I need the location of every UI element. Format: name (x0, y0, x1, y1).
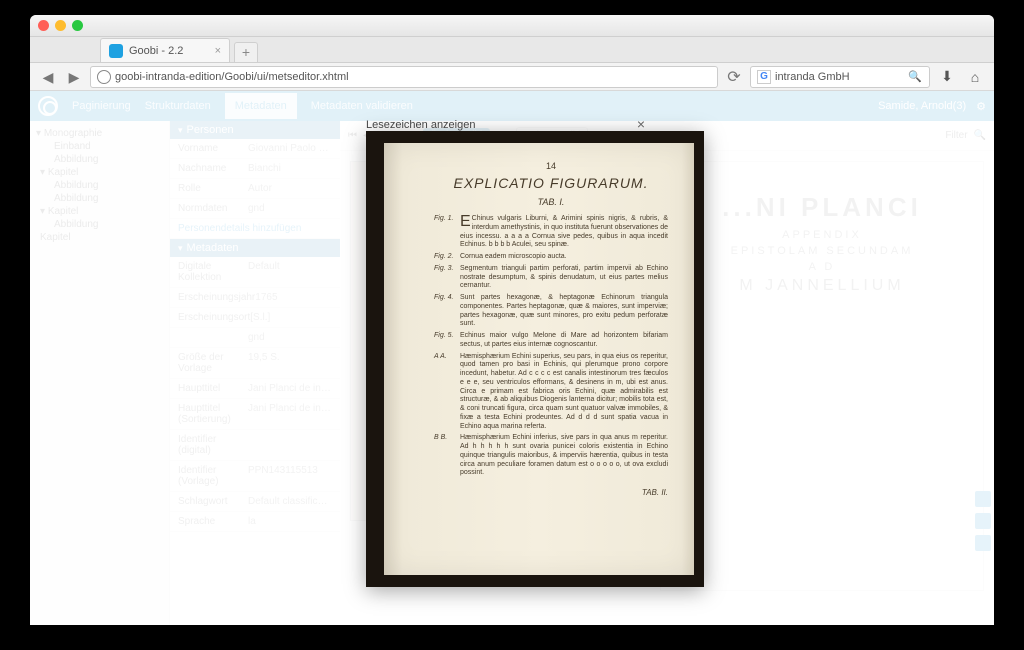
figure-key: A A. (434, 353, 460, 432)
zoom-window-button[interactable] (72, 20, 83, 31)
tab-title: Goobi - 2.2 (129, 45, 183, 57)
google-icon: G (757, 70, 771, 84)
downloads-button[interactable]: ⬇ (936, 68, 958, 85)
search-icon: 🔍 (907, 70, 923, 83)
figure-key: Fig. 2. (434, 253, 460, 262)
figure-entry: Fig. 3.Segmentum trianguli partim perfor… (434, 265, 668, 291)
figure-key: Fig. 1. (434, 215, 460, 250)
search-text: intranda GmbH (775, 71, 850, 83)
page-footer: TAB. II. (434, 488, 668, 497)
figure-key: Fig. 5. (434, 332, 460, 350)
tab-favicon (109, 44, 123, 58)
figure-text: Segmentum trianguli partim perforati, pa… (460, 265, 668, 291)
page-folio-number: 14 (434, 161, 668, 171)
figure-text: EChinus vulgaris Liburni, & Arimini spin… (460, 215, 668, 250)
figure-entry: A A.Hæmisphærium Echini superius, seu pa… (434, 353, 668, 432)
figure-text: Echinus maior vulgo Melone di Mare ad ho… (460, 332, 668, 350)
browser-window: Goobi - 2.2 × + ◀ ▶ goobi-intranda-editi… (30, 15, 994, 625)
modal-title-label: Lesezeichen anzeigen (366, 119, 475, 131)
figure-entry: Fig. 1.EChinus vulgaris Liburni, & Arimi… (434, 215, 668, 250)
scanned-page[interactable]: 14 EXPLICATIO FIGURARUM. TAB. I. Fig. 1.… (384, 143, 694, 575)
url-input[interactable]: goobi-intranda-edition/Goobi/ui/metsedit… (90, 66, 718, 88)
back-button[interactable]: ◀ (38, 67, 58, 87)
browser-tab[interactable]: Goobi - 2.2 × (100, 38, 230, 62)
page-heading: EXPLICATIO FIGURARUM. (434, 175, 668, 191)
window-titlebar (30, 15, 994, 37)
site-icon (97, 70, 111, 84)
figure-key: Fig. 3. (434, 265, 460, 291)
figure-entry: B B.Hæmisphærium Echini inferius, sive p… (434, 434, 668, 478)
figure-key: B B. (434, 434, 460, 478)
reload-button[interactable]: ⟳ (724, 67, 744, 87)
bookmark-modal: 14 EXPLICATIO FIGURARUM. TAB. I. Fig. 1.… (366, 131, 704, 587)
figure-text: Hæmisphærium Echini superius, seu pars, … (460, 353, 668, 432)
forward-button[interactable]: ▶ (64, 67, 84, 87)
figure-text: Hæmisphærium Echini inferius, sive pars … (460, 434, 668, 478)
page-tab-header: TAB. I. (434, 197, 668, 207)
minimize-window-button[interactable] (55, 20, 66, 31)
new-tab-button[interactable]: + (234, 42, 258, 62)
browser-tab-row: Goobi - 2.2 × + (30, 37, 994, 63)
close-window-button[interactable] (38, 20, 49, 31)
url-text: goobi-intranda-edition/Goobi/ui/metsedit… (115, 71, 349, 83)
figure-text: Sunt partes hexagonæ, & heptagonæ Echino… (460, 294, 668, 329)
browser-toolbar: ◀ ▶ goobi-intranda-edition/Goobi/ui/mets… (30, 63, 994, 91)
search-box[interactable]: G intranda GmbH 🔍 (750, 66, 930, 88)
modal-close-icon[interactable]: × (637, 119, 645, 130)
home-button[interactable]: ⌂ (964, 69, 986, 85)
figure-key: Fig. 4. (434, 294, 460, 329)
figure-text: Cornua eadem microscopio aucta. (460, 253, 668, 262)
tab-close-icon[interactable]: × (215, 45, 221, 57)
figure-entry: Fig. 2.Cornua eadem microscopio aucta. (434, 253, 668, 262)
figure-entry: Fig. 5.Echinus maior vulgo Melone di Mar… (434, 332, 668, 350)
figure-entry: Fig. 4.Sunt partes hexagonæ, & heptagonæ… (434, 294, 668, 329)
